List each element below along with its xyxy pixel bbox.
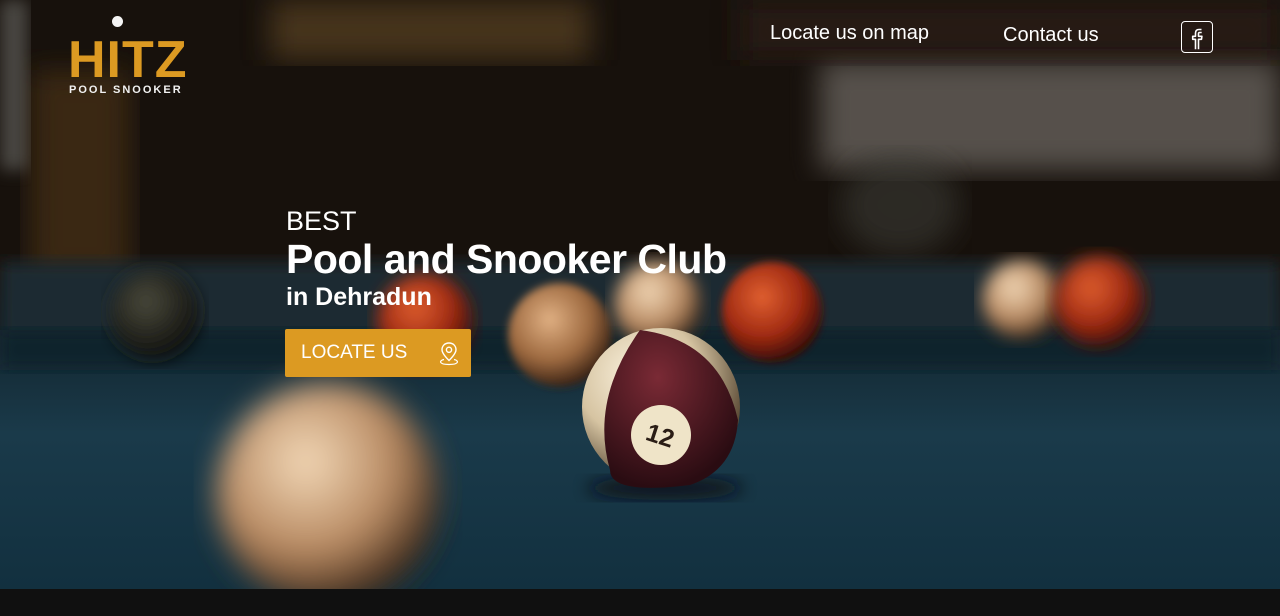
logo-ball-icon: [112, 16, 123, 27]
hero-section: 12 HITZ POOL SNOOKER Locate us on map Co…: [0, 0, 1280, 589]
locate-us-button[interactable]: LOCATE US: [285, 329, 471, 377]
facebook-link[interactable]: [1181, 21, 1213, 53]
nav-locate-map-link[interactable]: Locate us on map: [770, 22, 929, 45]
facebook-icon: [1191, 28, 1203, 50]
hero-headline: Pool and Snooker Club: [286, 236, 727, 282]
logo-wordmark: HITZ: [68, 31, 188, 89]
locate-us-label: LOCATE US: [301, 342, 408, 363]
brand-logo[interactable]: HITZ POOL SNOOKER: [68, 16, 202, 100]
logo-tagline: POOL SNOOKER: [69, 84, 183, 96]
nav-contact-link[interactable]: Contact us: [1003, 24, 1099, 47]
map-pin-icon: [440, 342, 458, 366]
hero-location: in Dehradun: [286, 283, 432, 311]
footer-strip: [0, 589, 1280, 616]
hero-kicker: BEST: [286, 206, 357, 236]
